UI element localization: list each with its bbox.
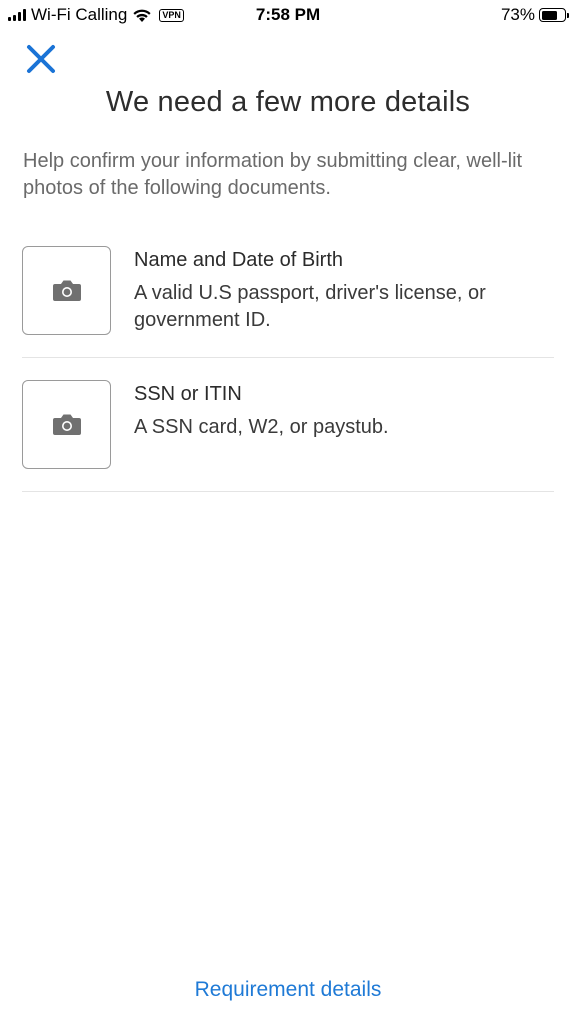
intro-text: Help confirm your information by submitt… <box>23 150 523 199</box>
camera-icon <box>52 414 81 435</box>
status-bar: Wi-Fi Calling VPN 7:58 PM 73% <box>0 0 576 30</box>
document-item-ssn-itin[interactable]: SSN or ITIN A SSN card, W2, or paystub. <box>22 358 554 492</box>
document-description: A valid U.S passport, driver's license, … <box>134 282 486 331</box>
document-text: Name and Date of Birth A valid U.S passp… <box>134 247 554 334</box>
battery-tip <box>567 13 569 18</box>
photo-upload-box[interactable] <box>22 246 111 335</box>
document-description: A SSN card, W2, or paystub. <box>134 416 389 438</box>
status-right: 73% <box>500 5 569 25</box>
screen: Wi-Fi Calling VPN 7:58 PM 73% We need a … <box>0 0 576 1024</box>
close-button[interactable] <box>24 42 58 76</box>
battery-icon <box>539 8 569 22</box>
requirement-details-link[interactable]: Requirement details <box>0 978 576 1002</box>
document-title: SSN or ITIN <box>134 383 242 405</box>
page-title: We need a few more details <box>105 86 471 118</box>
document-list: Name and Date of Birth A valid U.S passp… <box>22 224 554 492</box>
battery-fill <box>541 10 557 20</box>
photo-upload-box[interactable] <box>22 380 111 469</box>
document-title: Name and Date of Birth <box>134 249 343 271</box>
document-item-name-dob[interactable]: Name and Date of Birth A valid U.S passp… <box>22 224 554 358</box>
camera-icon <box>52 280 81 301</box>
battery-percent: 73% <box>500 5 535 24</box>
document-text: SSN or ITIN A SSN card, W2, or paystub. <box>134 381 554 441</box>
close-icon <box>27 45 55 73</box>
status-time: 7:58 PM <box>255 5 321 24</box>
